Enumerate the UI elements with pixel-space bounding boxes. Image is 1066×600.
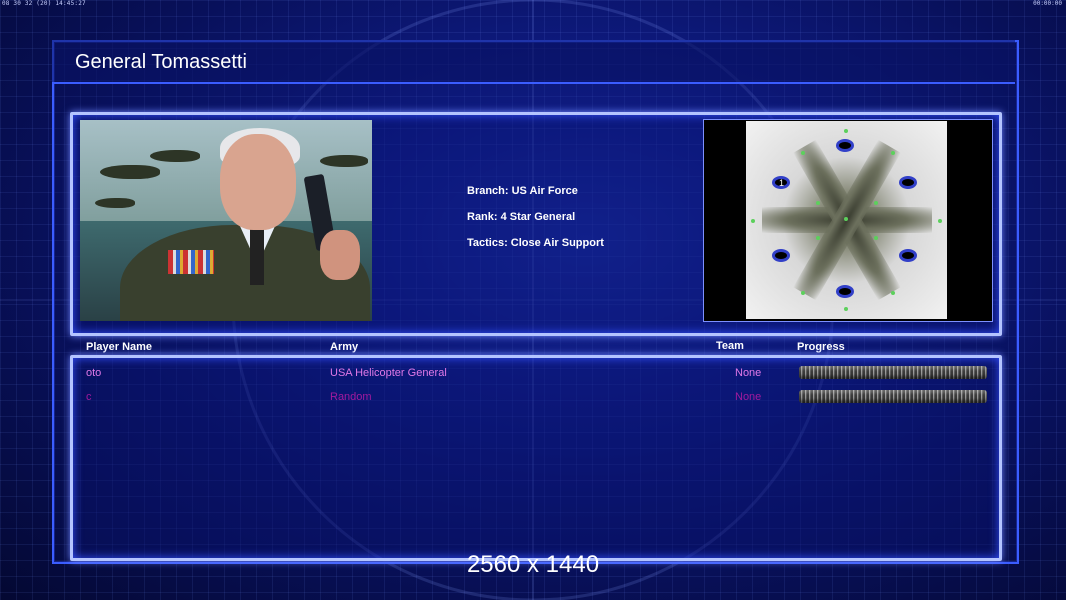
column-header-progress: Progress [797, 341, 845, 353]
branch-text: Branch: US Air Force [467, 185, 578, 197]
map-base-marker [899, 176, 917, 189]
rank-text: Rank: 4 Star General [467, 211, 576, 223]
column-header-team: Team [716, 340, 744, 352]
tactics-text: Tactics: Close Air Support [467, 237, 604, 249]
team-cell: None [735, 391, 762, 403]
general-details: Branch: US Air Force Rank: 4 Star Genera… [467, 185, 604, 263]
resolution-label: 2560 x 1440 [466, 551, 600, 578]
column-header-player-name: Player Name [86, 341, 153, 353]
status-readout-right: 00:00:00 [1033, 0, 1062, 7]
army-cell: USA Helicopter General [330, 367, 447, 379]
army-cell: Random [330, 391, 372, 403]
map-base-marker [899, 249, 917, 262]
player-start-number: 1 [779, 178, 785, 188]
map-base-marker [772, 249, 790, 262]
status-readout-left: 08 30 32 (20) 14:45:27 [2, 0, 86, 7]
general-portrait [80, 120, 372, 321]
players-table [70, 355, 1002, 561]
map-base-marker [836, 139, 854, 152]
progress-bar [799, 366, 987, 379]
team-cell: None [735, 367, 762, 379]
progress-bar [799, 390, 987, 403]
player-name-cell: oto [86, 367, 102, 379]
general-title: General Tomassetti [75, 51, 247, 73]
map-base-marker [836, 285, 854, 298]
player-name-cell: c [86, 391, 92, 403]
column-header-army: Army [330, 341, 359, 353]
